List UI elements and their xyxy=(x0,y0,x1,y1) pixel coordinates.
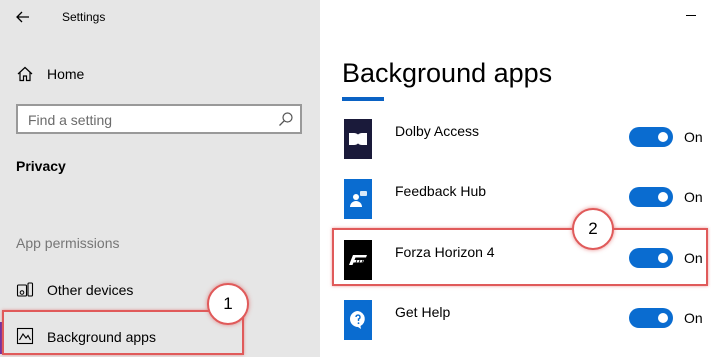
sidebar-item-home[interactable]: Home xyxy=(0,60,320,88)
toggle-state-label: On xyxy=(684,189,703,205)
step-callout-1: 1 xyxy=(207,283,249,325)
background-toggle[interactable] xyxy=(629,187,673,207)
arrow-left-icon xyxy=(16,11,29,23)
dolby-access-icon xyxy=(344,119,372,159)
title-bar: Settings xyxy=(0,0,320,34)
toggle-state-label: On xyxy=(684,129,703,145)
background-toggle[interactable] xyxy=(629,308,673,328)
app-name: Dolby Access xyxy=(395,123,480,139)
home-icon xyxy=(17,66,33,82)
app-name: Get Help xyxy=(395,304,451,320)
app-name: Feedback Hub xyxy=(395,183,487,199)
highlight-box-background-apps xyxy=(2,310,244,355)
window-title: Settings xyxy=(62,10,106,24)
page-title: Background apps xyxy=(342,58,553,88)
app-row-feedback-hub: Feedback Hub On xyxy=(344,179,711,219)
background-toggle[interactable] xyxy=(629,127,673,147)
toggle-knob xyxy=(658,192,668,202)
get-help-icon xyxy=(344,300,372,340)
title-underline xyxy=(342,97,384,101)
search-input[interactable] xyxy=(28,111,268,129)
toggle-state-label: On xyxy=(684,310,703,326)
minimize-button[interactable] xyxy=(684,8,698,22)
sidebar: Settings Home Privacy App permissions Ot… xyxy=(0,0,320,357)
app-row-dolby-access: Dolby Access On xyxy=(344,119,711,159)
devices-icon xyxy=(16,282,34,297)
highlight-box-forza-row xyxy=(332,228,708,286)
toggle-knob xyxy=(658,132,668,142)
sidebar-item-other-devices[interactable]: Other devices xyxy=(0,278,320,312)
search-icon[interactable] xyxy=(278,111,294,127)
section-heading: Privacy xyxy=(16,158,66,174)
toggle-knob xyxy=(658,313,668,323)
sidebar-item-label: Home xyxy=(47,66,85,82)
group-label: App permissions xyxy=(16,235,120,251)
step-callout-2: 2 xyxy=(572,208,614,250)
sidebar-item-label: Other devices xyxy=(47,282,134,298)
feedback-hub-icon xyxy=(344,179,372,219)
back-button[interactable] xyxy=(10,6,36,28)
app-row-get-help: Get Help On xyxy=(344,300,711,340)
search-box[interactable] xyxy=(16,104,302,134)
